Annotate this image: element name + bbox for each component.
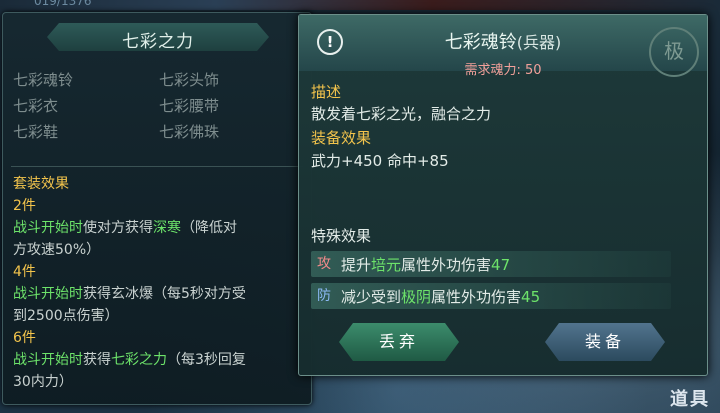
special-effect-row: 防 减少受到极阴属性外功伤害45 xyxy=(311,283,671,309)
equip-button[interactable]: 装备 xyxy=(545,323,665,361)
quality-seal-icon: 极 xyxy=(649,27,699,77)
tier-highlight: 七彩之力 xyxy=(111,352,167,368)
top-status-strip: 019/1376 xyxy=(0,0,720,10)
tier-effect: 战斗开始时获得七彩之力（每3秒回复 xyxy=(13,349,305,371)
tier-text: （每3秒回复 xyxy=(167,352,246,368)
special-effect-row: 攻 提升培元属性外功伤害47 xyxy=(311,251,671,277)
special-value: 45 xyxy=(521,288,541,306)
item-requirement: 需求魂力: 50 xyxy=(464,63,542,78)
tier-effect: 战斗开始时使对方获得深寒（降低对 xyxy=(13,217,305,239)
set-title: 七彩之力 xyxy=(122,32,194,52)
special-attr: 培元 xyxy=(371,256,402,274)
set-item[interactable]: 七彩鞋 xyxy=(13,121,58,142)
tier-effect-cont: 方攻速50%） xyxy=(13,242,101,258)
tier-effect-cont: 到2500点伤害） xyxy=(13,308,119,324)
special-effect-text: 提升培元属性外功伤害47 xyxy=(341,254,510,275)
set-item[interactable]: 七彩佛珠 xyxy=(159,121,219,142)
tier-trigger: 战斗开始时 xyxy=(13,286,83,302)
set-title-bar: 七彩之力 xyxy=(47,23,269,51)
item-tooltip: ! 七彩魂铃(兵器) 需求魂力: 50 极 描述 散发着七彩之光，融合之力 装备… xyxy=(298,14,708,376)
special-mid: 属性外功伤害 xyxy=(401,256,492,274)
special-pre: 提升 xyxy=(341,256,372,274)
special-pre: 减少受到 xyxy=(341,288,402,306)
set-panel: 七彩之力 七彩魂铃 七彩头饰 七彩衣 七彩腰带 七彩鞋 七彩佛珠 套装效果 2件… xyxy=(2,12,312,405)
item-name: 七彩魂铃(兵器) xyxy=(299,28,707,54)
tooltip-header: ! 七彩魂铃(兵器) 需求魂力: 50 极 xyxy=(299,15,707,78)
set-item[interactable]: 七彩衣 xyxy=(13,95,58,116)
drop-button[interactable]: 丢弃 xyxy=(339,323,459,361)
special-value: 47 xyxy=(491,256,511,274)
equip-stats: 武力+450 命中+85 xyxy=(311,152,449,170)
tier-trigger: 战斗开始时 xyxy=(13,220,83,236)
corner-label: 道具 xyxy=(670,389,710,410)
equip-header: 装备效果 xyxy=(311,129,372,147)
tier-count: 6件 xyxy=(13,330,36,346)
item-type: (兵器) xyxy=(516,33,562,52)
set-item[interactable]: 七彩腰带 xyxy=(159,95,219,116)
tier-text: （降低对 xyxy=(181,220,237,236)
tier-text: 获得玄冰爆（每5秒对方受 xyxy=(83,286,246,302)
tier-text: 使对方获得 xyxy=(83,220,153,236)
tier-trigger: 战斗开始时 xyxy=(13,352,83,368)
attack-icon: 攻 xyxy=(317,256,331,272)
tier-highlight: 深寒 xyxy=(153,220,181,236)
tier-count: 4件 xyxy=(13,264,36,280)
desc-header: 描述 xyxy=(311,83,342,101)
defense-icon: 防 xyxy=(317,288,331,304)
item-title: 七彩魂铃 xyxy=(444,32,517,53)
special-header: 特殊效果 xyxy=(311,227,372,245)
divider xyxy=(11,166,303,167)
top-counter: 019/1376 xyxy=(34,0,92,8)
set-bonus-header: 套装效果 xyxy=(13,176,69,192)
tier-text: 获得 xyxy=(83,352,111,368)
tier-count: 2件 xyxy=(13,198,36,214)
set-item[interactable]: 七彩魂铃 xyxy=(13,69,73,90)
special-attr: 极阴 xyxy=(401,288,432,306)
special-effect-text: 减少受到极阴属性外功伤害45 xyxy=(341,286,540,307)
set-bonus-section: 套装效果 2件 战斗开始时使对方获得深寒（降低对 方攻速50%） 4件 战斗开始… xyxy=(13,173,305,393)
tier-effect-cont: 30内力） xyxy=(13,374,73,390)
set-item[interactable]: 七彩头饰 xyxy=(159,69,219,90)
tier-effect: 战斗开始时获得玄冰爆（每5秒对方受 xyxy=(13,283,305,305)
special-mid: 属性外功伤害 xyxy=(431,288,522,306)
desc-text: 散发着七彩之光，融合之力 xyxy=(311,105,492,123)
